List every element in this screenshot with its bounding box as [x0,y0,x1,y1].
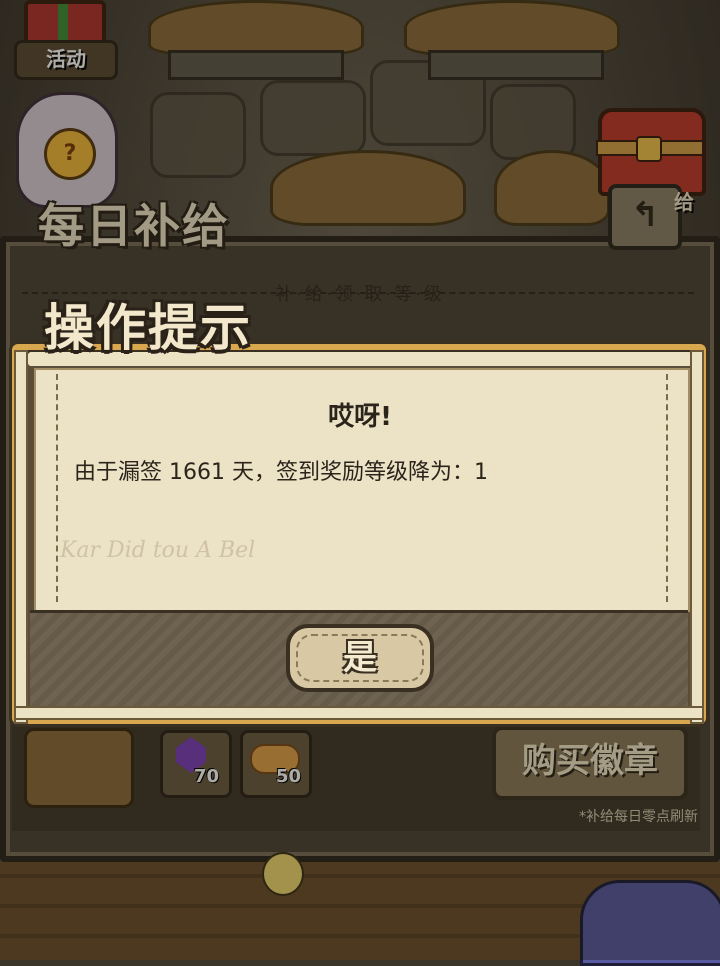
confirm-yes-label: 是 [343,638,377,678]
paper-watermark: Kar Did tou A Bel [60,538,256,563]
confirm-yes-button[interactable]: 是 [286,624,434,692]
dialog-message: 由于漏签 1661 天，签到奖励等级降为：1 [74,460,488,485]
dialog-title: 操作提示 [44,299,252,357]
dialog-bottom-rail [14,706,704,720]
dialog-heading: 哎呀! [328,402,392,432]
